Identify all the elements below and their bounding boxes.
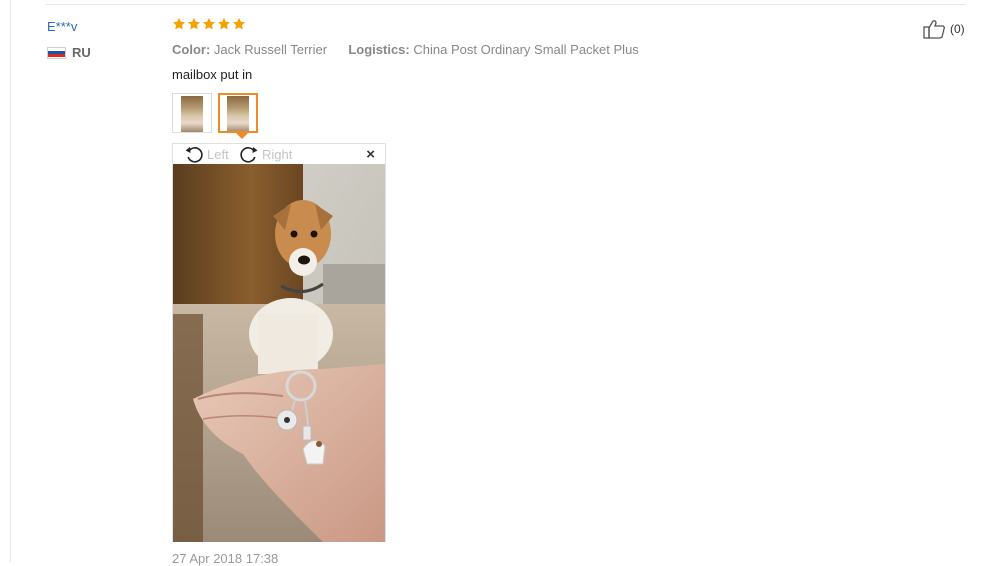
- reviewer-country: RU: [47, 45, 91, 60]
- order-info: Color: Jack Russell Terrier Logistics: C…: [172, 42, 639, 57]
- image-viewer: Left Right ×: [172, 143, 386, 542]
- star-icon: [202, 17, 216, 30]
- star-icon: [172, 17, 186, 30]
- close-icon[interactable]: ×: [366, 146, 375, 163]
- helpful-count: (0): [950, 22, 965, 36]
- rotate-left-icon: [185, 147, 203, 163]
- viewer-toolbar: Left Right ×: [173, 144, 385, 164]
- rotate-right-button[interactable]: Right: [239, 145, 292, 163]
- color-value: Jack Russell Terrier: [213, 42, 328, 57]
- country-code: RU: [72, 45, 91, 60]
- rotate-left-label: Left: [207, 146, 229, 162]
- review-text: mailbox put in: [172, 67, 253, 82]
- review-date: 27 Apr 2018 17:38: [172, 551, 279, 566]
- color-label: Color:: [172, 42, 211, 57]
- rotate-right-icon: [240, 147, 258, 163]
- logistics-value: China Post Ordinary Small Packet Plus: [413, 42, 639, 57]
- review-photo: [173, 164, 385, 542]
- review-divider: [46, 4, 966, 5]
- helpful-button[interactable]: (0): [923, 19, 965, 39]
- review-thumbnails: [172, 93, 258, 133]
- rotate-right-label: Right: [262, 146, 293, 162]
- star-icon: [217, 17, 231, 30]
- active-thumbnail-arrow: [236, 133, 248, 139]
- logistics-label: Logistics:: [348, 42, 410, 57]
- star-icon: [187, 17, 201, 30]
- flag-ru-icon: [47, 46, 66, 59]
- left-border: [10, 0, 11, 562]
- thumbs-up-icon: [923, 20, 945, 39]
- rotate-left-button[interactable]: Left: [184, 145, 229, 163]
- thumbnail-2[interactable]: [218, 93, 258, 133]
- star-icon: [232, 17, 246, 30]
- thumbnail-1[interactable]: [172, 93, 212, 133]
- star-rating: [172, 17, 246, 31]
- review-photo-image: [173, 164, 385, 542]
- reviewer-name[interactable]: E***v: [47, 19, 77, 34]
